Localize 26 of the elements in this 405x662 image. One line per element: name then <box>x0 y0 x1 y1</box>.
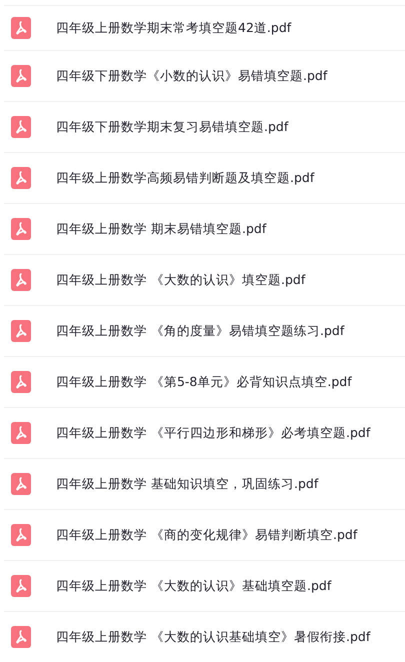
file-link[interactable]: 四年级下册数学期末复习易错填空题.pdf <box>56 118 288 136</box>
file-link[interactable]: 四年级上册数学 《角的度量》易错填空题练习.pdf <box>56 322 344 340</box>
file-link[interactable]: 四年级上册数学 《大数的认识》基础填空题.pdf <box>56 578 332 594</box>
pdf-file-icon <box>11 218 31 240</box>
pdf-file-icon <box>11 422 31 444</box>
pdf-file-icon <box>11 269 31 291</box>
file-link[interactable]: 四年级上册数学 《大数的认识基础填空》暑假衔接.pdf <box>56 628 370 646</box>
file-link[interactable]: 四年级上册数学高频易错判断题及填空题.pdf <box>56 170 314 186</box>
pdf-file-icon <box>11 116 31 138</box>
pdf-file-icon <box>11 524 31 546</box>
file-link[interactable]: 四年级上册数学 《平行四边形和梯形》必考填空题.pdf <box>56 424 370 442</box>
file-link[interactable]: 四年级上册数学期末常考填空题42道.pdf <box>56 20 292 36</box>
pdf-file-icon <box>11 320 31 342</box>
file-link[interactable]: 四年级上册数学 期末易错填空题.pdf <box>56 220 266 238</box>
file-link[interactable]: 四年级上册数学 《第5-8单元》必背知识点填空.pdf <box>56 374 352 390</box>
pdf-file-icon <box>11 65 31 87</box>
pdf-file-icon <box>11 17 31 39</box>
pdf-file-icon <box>11 371 31 393</box>
pdf-file-icon <box>11 575 31 597</box>
file-link[interactable]: 四年级上册数学 《大数的认识》填空题.pdf <box>56 272 306 288</box>
pdf-file-icon <box>11 167 31 189</box>
file-link[interactable]: 四年级上册数学 基础知识填空，巩固练习.pdf <box>56 476 318 492</box>
file-link[interactable]: 四年级下册数学《小数的认识》易错填空题.pdf <box>56 68 328 84</box>
file-link[interactable]: 四年级上册数学 《商的变化规律》易错判断填空.pdf <box>56 526 358 544</box>
pdf-file-icon <box>11 626 31 648</box>
pdf-file-icon <box>11 473 31 495</box>
